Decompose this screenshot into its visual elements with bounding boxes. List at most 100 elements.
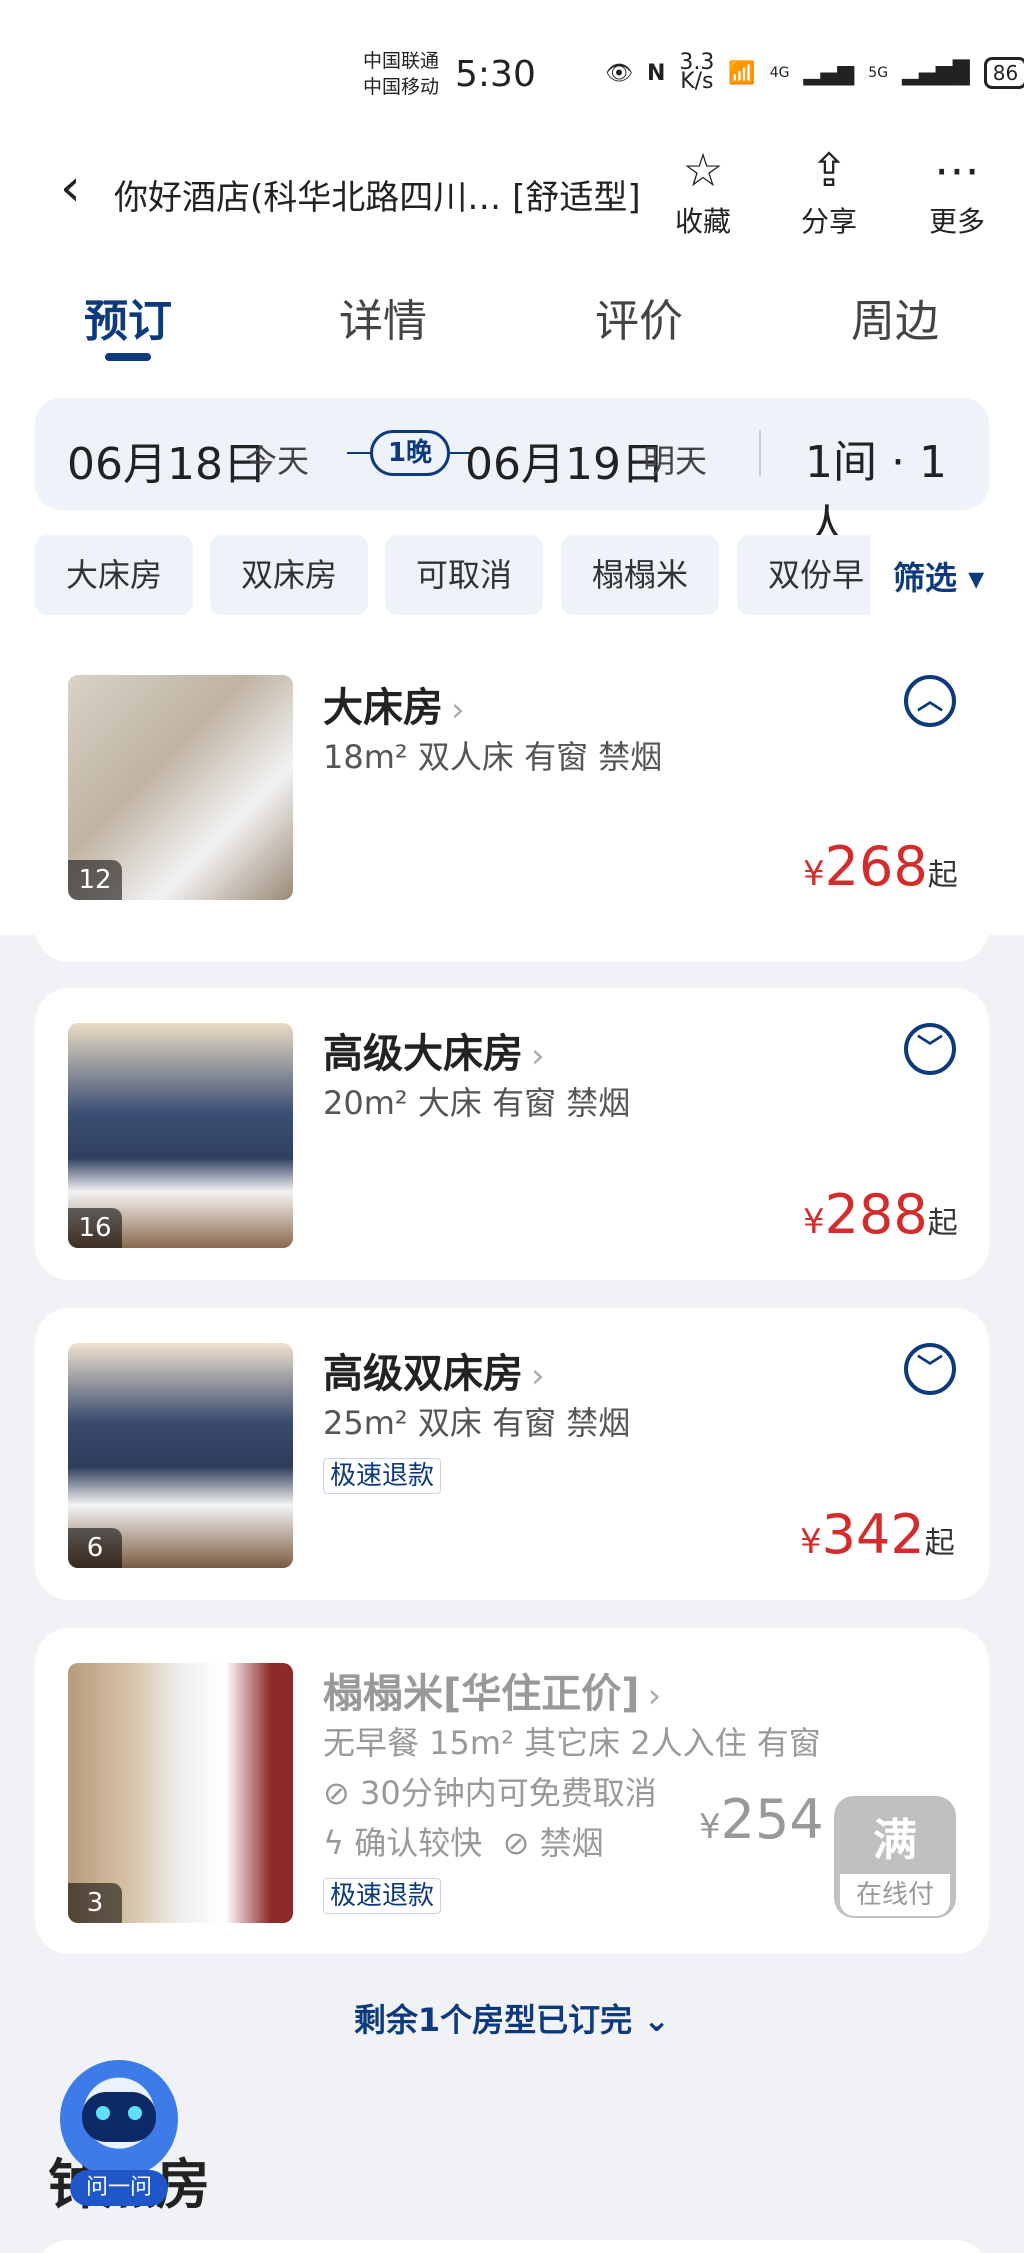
room-name-text: 高级双床房 [323,1351,523,1397]
expand-icon[interactable]: ﹀ [904,1023,956,1075]
room-features: ϟ 确认较快 ⊘ 禁烟 [323,1818,604,1864]
nights-count: 1晚 [370,430,450,476]
chip-tatami[interactable]: 榻榻米 [561,535,719,615]
currency-symbol: ¥ [803,854,825,894]
share-icon: ⇪ [809,143,849,197]
favorite-button[interactable]: ☆ 收藏 [658,140,748,240]
next-card [35,2240,989,2253]
assistant-bot[interactable]: 问一问 [60,2060,178,2210]
nights-badge: 1晚 [347,430,473,476]
photo-count: 16 [68,1208,122,1248]
filter-button[interactable]: 筛选 ▾ [893,553,984,599]
no-smoking-icon: ⊘ [502,1824,530,1862]
room-desc: 18m² 双人床 有窗 禁烟 [323,738,663,776]
tab-booking[interactable]: 预订 [53,285,203,349]
hotel-title: 你好酒店(科华北路四川… [舒适型] [114,178,641,218]
room-desc: 25m² 双床 有窗 禁烟 [323,1404,631,1442]
chip-king[interactable]: 大床房 [35,535,193,615]
share-label: 分享 [800,205,857,238]
room-price: ¥288起 [803,1183,958,1246]
price-value: 342 [821,1503,925,1566]
tab-nearby[interactable]: 周边 [820,285,970,349]
chevron-right-icon: › [647,1676,662,1716]
tab-details[interactable]: 详情 [308,285,458,349]
room-name[interactable]: 大床房 › [323,675,465,733]
room-price: ¥268起 [803,835,958,898]
room-name[interactable]: 高级大床房 › [323,1021,545,1079]
more-dots-icon: ⋯ [934,143,980,197]
check-circle-icon: ⊘ [323,1774,350,1812]
chevron-right-icon: › [451,690,465,730]
room-name-text: 高级大床房 [323,1031,523,1077]
room-price: ¥254 [699,1788,824,1851]
clock: 5:30 [455,54,536,95]
price-suffix: 起 [927,1206,958,1241]
refund-badge: 极速退款 [323,1458,442,1494]
filter-chips: 大床房 双床房 可取消 榻榻米 双份早 筛选 ▾ [0,535,1024,615]
room-name[interactable]: 榻榻米[华住正价] › [323,1661,661,1719]
photo-count: 12 [68,860,122,900]
carrier-1: 中国联通 [363,50,440,72]
cancel-text: 30分钟内可免费取消 [359,1774,657,1812]
expand-icon[interactable]: ﹀ [904,1343,956,1395]
more-label: 更多 [928,205,985,238]
battery-indicator: 86 [983,57,1024,89]
signal-1: 4G [769,65,790,81]
collapse-icon[interactable]: ︿ [904,675,956,727]
refund-badge: 极速退款 [323,1878,442,1914]
checkout-date[interactable]: 06月19日 [465,428,665,492]
robot-eye [96,2106,110,2120]
chip-cancelable[interactable]: 可取消 [385,535,543,615]
chip-twin[interactable]: 双床房 [210,535,368,615]
price-suffix: 起 [924,1526,955,1561]
confirm-text: 确认较快 [354,1824,483,1862]
back-arrow-icon[interactable]: ‹ [60,160,81,216]
divider [759,430,761,476]
price-value: 288 [824,1183,928,1246]
favorite-label: 收藏 [674,205,731,238]
status-bar: 中国联通 中国移动 5:30 👁 N 3.3 K/s 📶 4G ▂▄▆ 5G ▂▄… [0,40,1024,110]
photo-count: 6 [68,1528,122,1568]
price-suffix: 起 [927,858,958,893]
app-header: ‹ 你好酒店(科华北路四川… [舒适型] ☆ 收藏 ⇪ 分享 ⋯ 更多 [0,140,1024,250]
room-card-2[interactable]: 16 高级大床房 › 20m² 大床 有窗 禁烟 ﹀ ¥288起 [35,988,989,1280]
room-photo[interactable]: 6 [68,1343,293,1568]
checkin-date[interactable]: 06月18日 [67,428,267,492]
currency-symbol: ¥ [803,1202,825,1242]
room-name-text: 大床房 [323,685,443,731]
room-card-3[interactable]: 6 高级双床房 › 25m² 双床 有窗 禁烟 极速退款 ﹀ ¥342起 [35,1308,989,1600]
carrier-names: 中国联通 中国移动 [363,48,439,100]
network-speed: 3.3 K/s [679,50,715,94]
room-photo[interactable]: 16 [68,1023,293,1248]
room-desc: 20m² 大床 有窗 禁烟 [323,1084,631,1122]
price-value: 268 [824,835,928,898]
sold-out-button[interactable]: 满 在线付 [834,1796,956,1918]
date-selector[interactable]: 06月18日 今天 1晚 06月19日 明天 1间 · 1人 [35,398,989,552]
sold-out-expander[interactable]: 剩余1个房型已订完 ⌄ [0,1995,1024,2041]
room-photo[interactable]: 3 [68,1663,293,1923]
assistant-label: 问一问 [70,2170,168,2206]
tab-reviews[interactable]: 评价 [564,285,714,349]
robot-face [82,2092,156,2142]
room-name[interactable]: 高级双床房 › [323,1341,545,1399]
room-card-1[interactable]: 12 大床房 › 18m² 双人床 有窗 禁烟 ︿ ¥268起 [0,640,1024,935]
more-button[interactable]: ⋯ 更多 [912,140,1002,240]
wifi-icon: 📶 [728,60,756,86]
smoke-text: 禁烟 [539,1824,604,1862]
chevron-right-icon: › [531,1356,545,1396]
price-value: 254 [720,1788,824,1851]
checkin-sub: 今天 [245,442,310,480]
room-card-4[interactable]: 3 榻榻米[华住正价] › 无早餐 15m² 其它床 2人入住 有窗 ⊘ 30分钟… [35,1628,989,1954]
room-price: ¥342起 [800,1503,955,1566]
room-desc: 无早餐 15m² 其它床 2人入住 有窗 [323,1724,821,1762]
signal-2: 5G [868,65,889,81]
room-photo[interactable]: 12 [68,675,293,900]
robot-eye [128,2106,142,2120]
cancel-policy: ⊘ 30分钟内可免费取消 [323,1768,657,1814]
lightning-icon: ϟ [323,1824,345,1862]
share-button[interactable]: ⇪ 分享 [784,140,874,240]
chevron-right-icon: › [531,1036,545,1076]
photo-count: 3 [68,1883,122,1923]
nfc-icon: N [646,60,666,86]
currency-symbol: ¥ [800,1522,822,1562]
